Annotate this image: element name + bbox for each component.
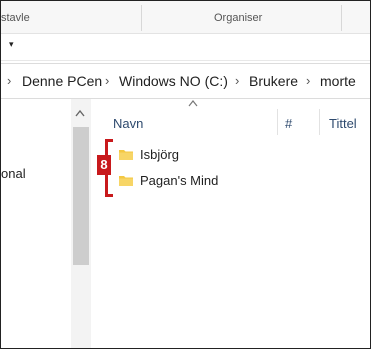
explorer-window: stavle Organiser ▾ › Denne PCen › Window…: [0, 0, 371, 349]
nav-item-partial[interactable]: onal: [1, 166, 26, 181]
callout-number-badge: 8: [97, 155, 111, 175]
breadcrumb-separator-icon[interactable]: ›: [235, 73, 239, 88]
folder-icon: [119, 176, 133, 186]
sort-ascending-icon: [188, 100, 198, 107]
breadcrumb-separator-icon[interactable]: ›: [7, 73, 11, 88]
ribbon-group-clipboard-label: stavle: [1, 12, 30, 24]
column-header-title[interactable]: Tittel: [329, 116, 357, 131]
customize-toolbar-dropdown-icon[interactable]: ▾: [9, 39, 14, 50]
breadcrumb-separator-icon[interactable]: ›: [105, 73, 109, 88]
breadcrumb-users[interactable]: Brukere: [249, 73, 298, 89]
ribbon-divider: [341, 5, 342, 31]
quick-access-toolbar: ▾: [1, 34, 370, 61]
file-name[interactable]: Pagan's Mind: [140, 173, 218, 188]
breadcrumb-windows-drive[interactable]: Windows NO (C:): [119, 73, 228, 89]
ribbon-group-organize-label: Organiser: [214, 12, 263, 24]
column-divider[interactable]: [319, 109, 320, 135]
file-row[interactable]: Pagan's Mind: [119, 170, 353, 192]
column-header-row: Navn # Tittel: [93, 99, 370, 135]
column-header-name[interactable]: Navn: [113, 116, 143, 131]
navigation-pane: onal: [1, 99, 93, 348]
column-header-number[interactable]: #: [285, 116, 292, 131]
nav-scrollbar-thumb[interactable]: [73, 127, 89, 265]
breadcrumb-this-pc[interactable]: Denne PCen: [22, 73, 102, 89]
file-row[interactable]: Isbjörg: [119, 144, 353, 166]
file-name[interactable]: Isbjörg: [140, 147, 179, 162]
ribbon-group-labels: stavle Organiser: [1, 1, 370, 34]
breadcrumb-separator-icon[interactable]: ›: [306, 73, 310, 88]
address-bar[interactable]: › Denne PCen › Windows NO (C:) › Brukere…: [1, 63, 370, 99]
ribbon-divider: [141, 5, 142, 31]
column-divider[interactable]: [277, 109, 278, 135]
scroll-up-arrow-icon[interactable]: [75, 109, 85, 117]
breadcrumb-user-folder[interactable]: morte: [320, 73, 356, 89]
folder-icon: [119, 150, 133, 160]
